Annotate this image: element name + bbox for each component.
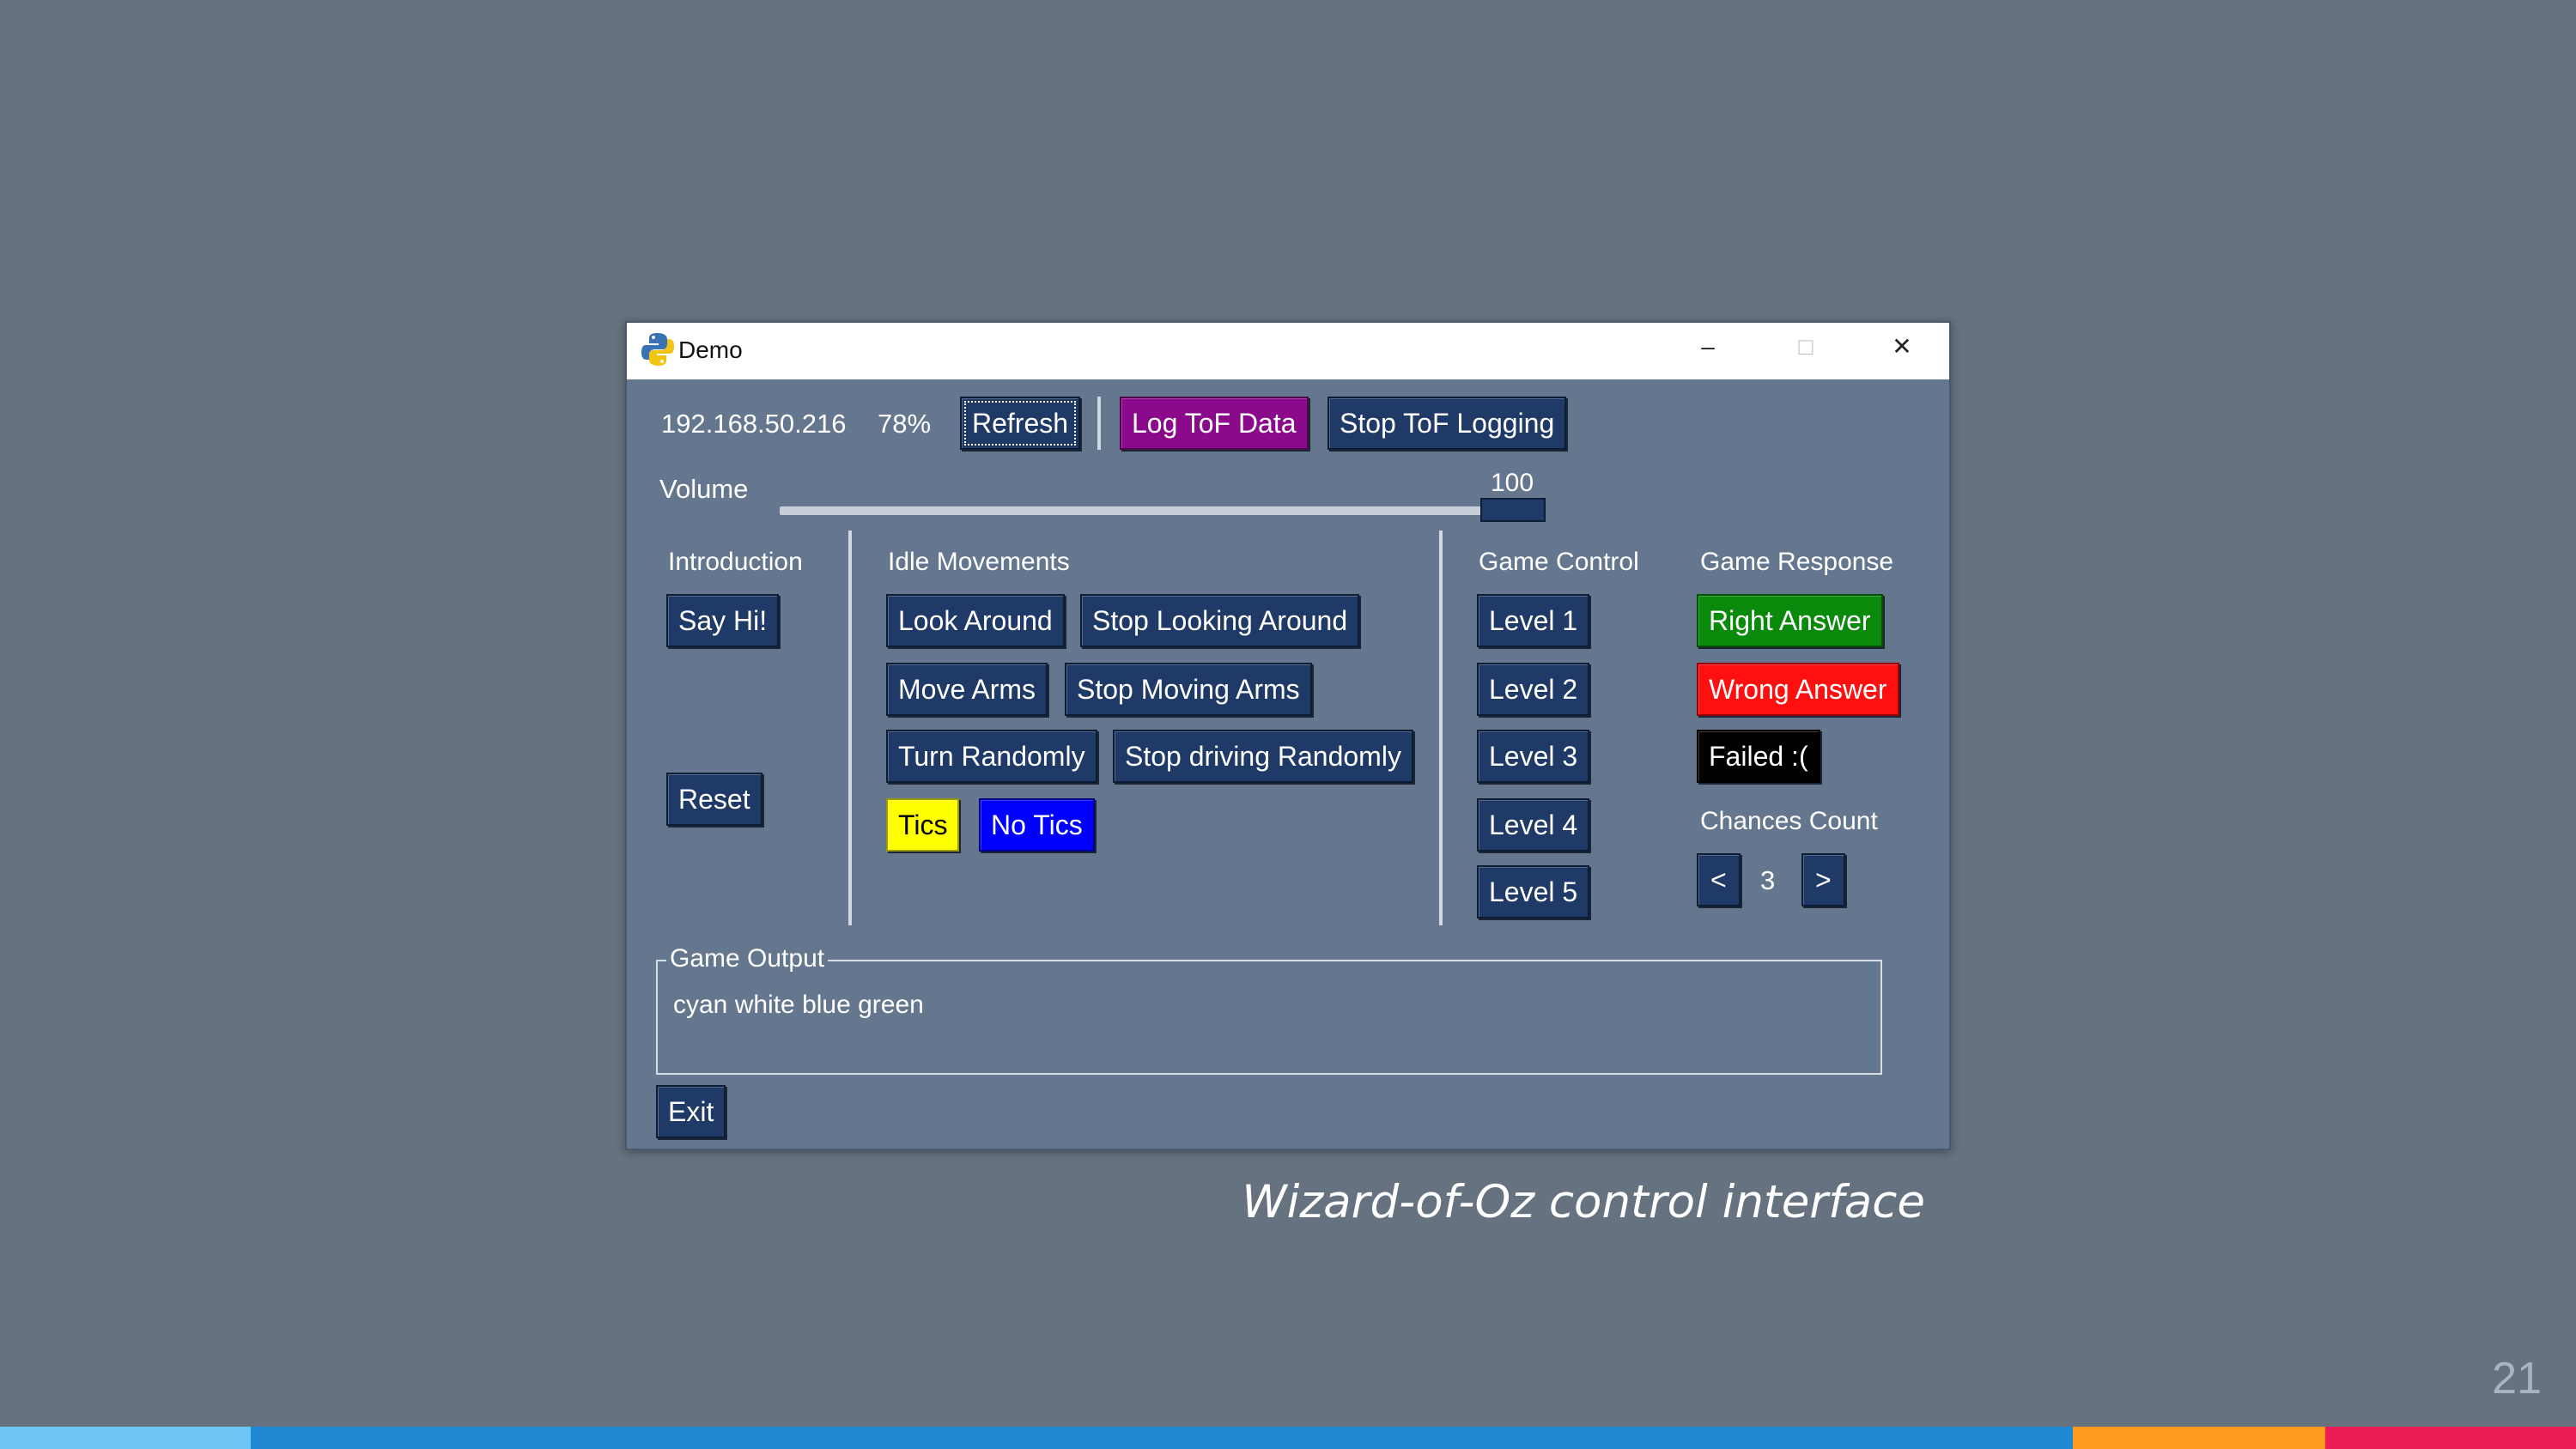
level-1-button[interactable]: Level 1 — [1477, 594, 1590, 647]
battery-level: 78% — [878, 409, 932, 439]
window-content: 192.168.50.216 78% Refresh Log ToF Data … — [627, 379, 1949, 1150]
chances-decrement-button[interactable]: < — [1697, 853, 1741, 906]
exit-button[interactable]: Exit — [656, 1085, 726, 1138]
tics-button[interactable]: Tics — [886, 798, 960, 852]
reset-button[interactable]: Reset — [666, 773, 762, 826]
move-arms-button[interactable]: Move Arms — [886, 663, 1048, 716]
log-tof-button[interactable]: Log ToF Data — [1120, 397, 1309, 450]
title-bar[interactable]: Demo – □ ✕ — [627, 323, 1949, 379]
minimize-button[interactable]: – — [1661, 323, 1755, 374]
volume-slider[interactable] — [780, 506, 1546, 515]
window-title: Demo — [678, 336, 743, 363]
stop-looking-around-button[interactable]: Stop Looking Around — [1080, 594, 1360, 647]
stop-tof-logging-button[interactable]: Stop ToF Logging — [1327, 397, 1567, 450]
chances-count-value: 3 — [1760, 865, 1776, 895]
section-divider-left — [848, 530, 852, 925]
game-control-header: Game Control — [1479, 548, 1639, 576]
volume-slider-handle[interactable] — [1480, 498, 1546, 522]
level-5-button[interactable]: Level 5 — [1477, 865, 1590, 919]
stop-driving-randomly-button[interactable]: Stop driving Randomly — [1113, 730, 1413, 783]
footer-segment-pink — [2325, 1427, 2576, 1449]
slide-footer-bar — [0, 1427, 2576, 1449]
python-logo-icon — [641, 333, 674, 366]
level-2-button[interactable]: Level 2 — [1477, 663, 1590, 716]
maximize-button[interactable]: □ — [1759, 323, 1853, 374]
idle-movements-header: Idle Movements — [888, 548, 1070, 576]
game-response-header: Game Response — [1700, 548, 1894, 576]
stop-moving-arms-button[interactable]: Stop Moving Arms — [1065, 663, 1312, 716]
footer-segment-light-blue — [0, 1427, 251, 1449]
demo-window: Demo – □ ✕ 192.168.50.216 78% Refresh Lo… — [625, 321, 1951, 1150]
chances-increment-button[interactable]: > — [1801, 853, 1845, 906]
footer-segment-blue — [251, 1427, 2073, 1449]
no-tics-button[interactable]: No Tics — [979, 798, 1095, 852]
introduction-header: Introduction — [668, 548, 803, 576]
turn-randomly-button[interactable]: Turn Randomly — [886, 730, 1097, 783]
footer-segment-orange — [2073, 1427, 2325, 1449]
level-3-button[interactable]: Level 3 — [1477, 730, 1590, 783]
volume-label: Volume — [659, 474, 749, 504]
robot-ip: 192.168.50.216 — [661, 409, 847, 439]
right-answer-button[interactable]: Right Answer — [1697, 594, 1883, 647]
volume-value: 100 — [1491, 469, 1534, 497]
game-output-text: cyan white blue green — [673, 991, 924, 1019]
wrong-answer-button[interactable]: Wrong Answer — [1697, 663, 1899, 716]
look-around-button[interactable]: Look Around — [886, 594, 1065, 647]
say-hi-button[interactable]: Say Hi! — [666, 594, 780, 647]
level-4-button[interactable]: Level 4 — [1477, 798, 1590, 852]
section-divider-right — [1439, 530, 1443, 925]
chances-count-label: Chances Count — [1700, 807, 1878, 835]
slide-caption: Wizard-of-Oz control interface — [1242, 1176, 1925, 1228]
close-button[interactable]: ✕ — [1855, 323, 1949, 374]
refresh-button[interactable]: Refresh — [960, 397, 1081, 450]
failed-button[interactable]: Failed :( — [1697, 730, 1820, 783]
toolbar-divider — [1097, 397, 1101, 450]
page-number: 21 — [2492, 1354, 2542, 1404]
game-output-legend: Game Output — [666, 944, 829, 973]
